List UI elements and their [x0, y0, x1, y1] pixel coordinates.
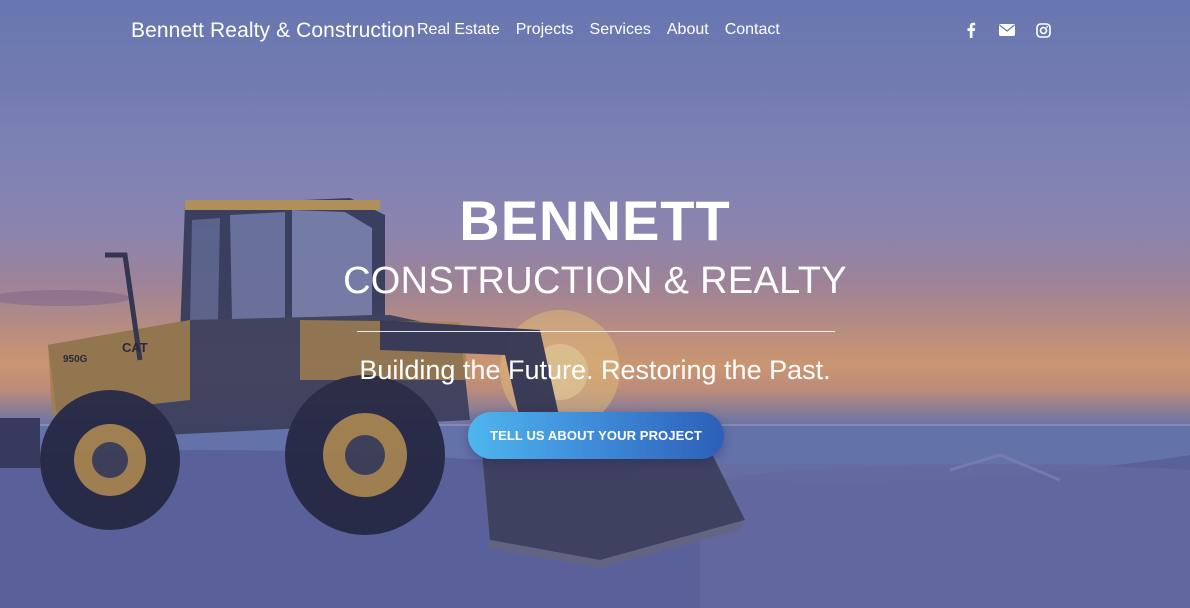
main-nav: Real Estate Projects Services About Cont…: [417, 21, 796, 39]
nav-link-contact[interactable]: Contact: [725, 21, 780, 39]
hero-section: 950G CAT Bennett Realty & Construction R…: [0, 0, 1190, 608]
nav-link-real-estate[interactable]: Real Estate: [417, 21, 500, 39]
instagram-icon[interactable]: [1035, 22, 1051, 38]
nav-link-about[interactable]: About: [667, 21, 709, 39]
social-links: [963, 22, 1051, 38]
hero-subtitle: CONSTRUCTION & REALTY: [343, 260, 847, 302]
hero-tagline: Building the Future. Restoring the Past.: [359, 355, 831, 385]
hero-overlay: [0, 0, 1190, 608]
brand-link[interactable]: Bennett Realty & Construction: [131, 19, 415, 43]
facebook-icon[interactable]: [963, 22, 979, 38]
nav-link-projects[interactable]: Projects: [516, 21, 574, 39]
hero-divider: [357, 331, 835, 332]
project-cta-button[interactable]: TELL US ABOUT YOUR PROJECT: [468, 412, 724, 459]
hero-title: BENNETT: [459, 189, 731, 252]
envelope-icon[interactable]: [999, 22, 1015, 38]
nav-link-services[interactable]: Services: [590, 21, 651, 39]
